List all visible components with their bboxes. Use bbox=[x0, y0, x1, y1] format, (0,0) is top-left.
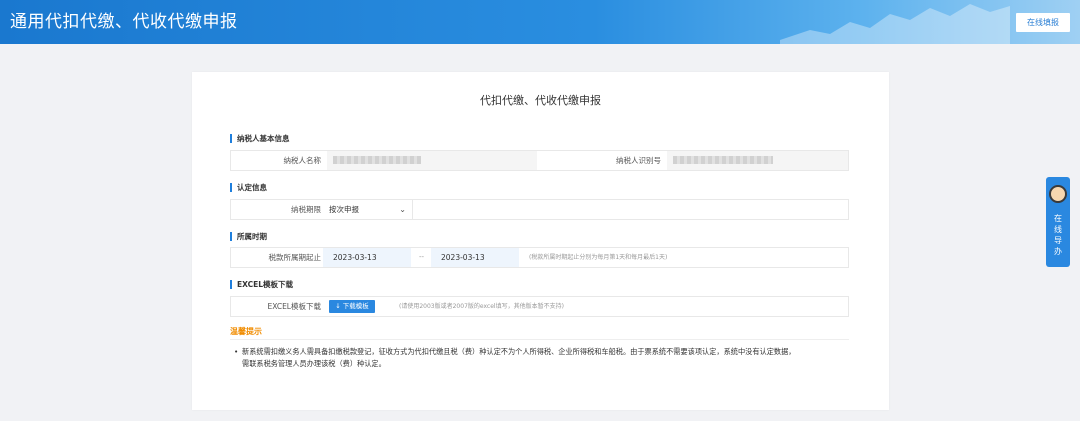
header-banner: 通用代扣代缴、代收代缴申报 在线填报 bbox=[0, 0, 1080, 44]
section-auth-info: 认定信息 bbox=[230, 183, 267, 192]
taxpayer-id-value bbox=[667, 151, 848, 170]
online-fill-button[interactable]: 在线填报 bbox=[1016, 13, 1070, 32]
section-period: 所属时期 bbox=[230, 232, 267, 241]
tax-period-label: 纳税期限 bbox=[291, 205, 321, 214]
section-basic-info: 纳税人基本信息 bbox=[230, 134, 290, 143]
tips-text-line-2: 需联系税务管理人员办理该税（费）种认定。 bbox=[242, 359, 386, 368]
tax-period-range-label: 税款所属期起止 bbox=[268, 253, 322, 262]
period-row: 税款所属期起止 2023-03-13 -- 2023-03-13 (税款所属时期… bbox=[230, 247, 849, 268]
bullet-icon: • bbox=[234, 347, 239, 356]
end-date-input[interactable]: 2023-03-13 bbox=[431, 248, 519, 267]
tips-divider bbox=[230, 339, 849, 340]
redacted-name bbox=[333, 156, 421, 164]
start-date-input[interactable]: 2023-03-13 bbox=[323, 248, 411, 267]
great-wall-decoration bbox=[780, 4, 1010, 44]
card-title: 代扣代缴、代收代缴申报 bbox=[480, 94, 601, 107]
taxpayer-name-value bbox=[327, 151, 537, 170]
period-hint: (税款所属时期起止分别为每月第1天和每月最后1天) bbox=[529, 254, 668, 261]
online-guide-widget[interactable]: 在线导办 bbox=[1046, 177, 1070, 267]
tax-period-value: 按次申报 bbox=[329, 205, 359, 214]
excel-hint: (请使用2003版或者2007版的excel填写，其他版本暂不支持) bbox=[399, 303, 564, 310]
declaration-card: 代扣代缴、代收代缴申报 纳税人基本信息 纳税人名称 纳税人识别号 认定信息 纳税… bbox=[192, 72, 889, 410]
excel-row: EXCEL模板下载 ↓ 下载模板 (请使用2003版或者2007版的excel填… bbox=[230, 296, 849, 317]
page-title: 通用代扣代缴、代收代缴申报 bbox=[10, 12, 238, 32]
assistant-avatar-icon bbox=[1049, 185, 1067, 203]
tips-title: 温馨提示 bbox=[230, 327, 262, 336]
tax-period-select[interactable]: 按次申报 ⌄ bbox=[323, 200, 413, 219]
redacted-id bbox=[673, 156, 773, 164]
tips-text: • 新系统需扣缴义务人需具备扣缴税款登记，征收方式为代扣代缴且税（费）种认定不为个… bbox=[234, 346, 849, 370]
section-excel: EXCEL模板下载 bbox=[230, 280, 293, 289]
online-guide-label: 在线导办 bbox=[1054, 214, 1062, 256]
chevron-down-icon: ⌄ bbox=[399, 205, 406, 214]
auth-info-row: 纳税期限 按次申报 ⌄ bbox=[230, 199, 849, 220]
download-template-button[interactable]: ↓ 下载模板 bbox=[329, 300, 375, 313]
tips-text-line-1: 新系统需扣缴义务人需具备扣缴税款登记，征收方式为代扣代缴且税（费）种认定不为个人… bbox=[242, 347, 796, 356]
taxpayer-name-label: 纳税人名称 bbox=[283, 156, 322, 165]
taxpayer-id-label: 纳税人识别号 bbox=[616, 156, 661, 165]
basic-info-row: 纳税人名称 纳税人识别号 bbox=[230, 150, 849, 171]
excel-download-label: EXCEL模板下载 bbox=[267, 302, 322, 311]
date-separator: -- bbox=[419, 253, 425, 261]
